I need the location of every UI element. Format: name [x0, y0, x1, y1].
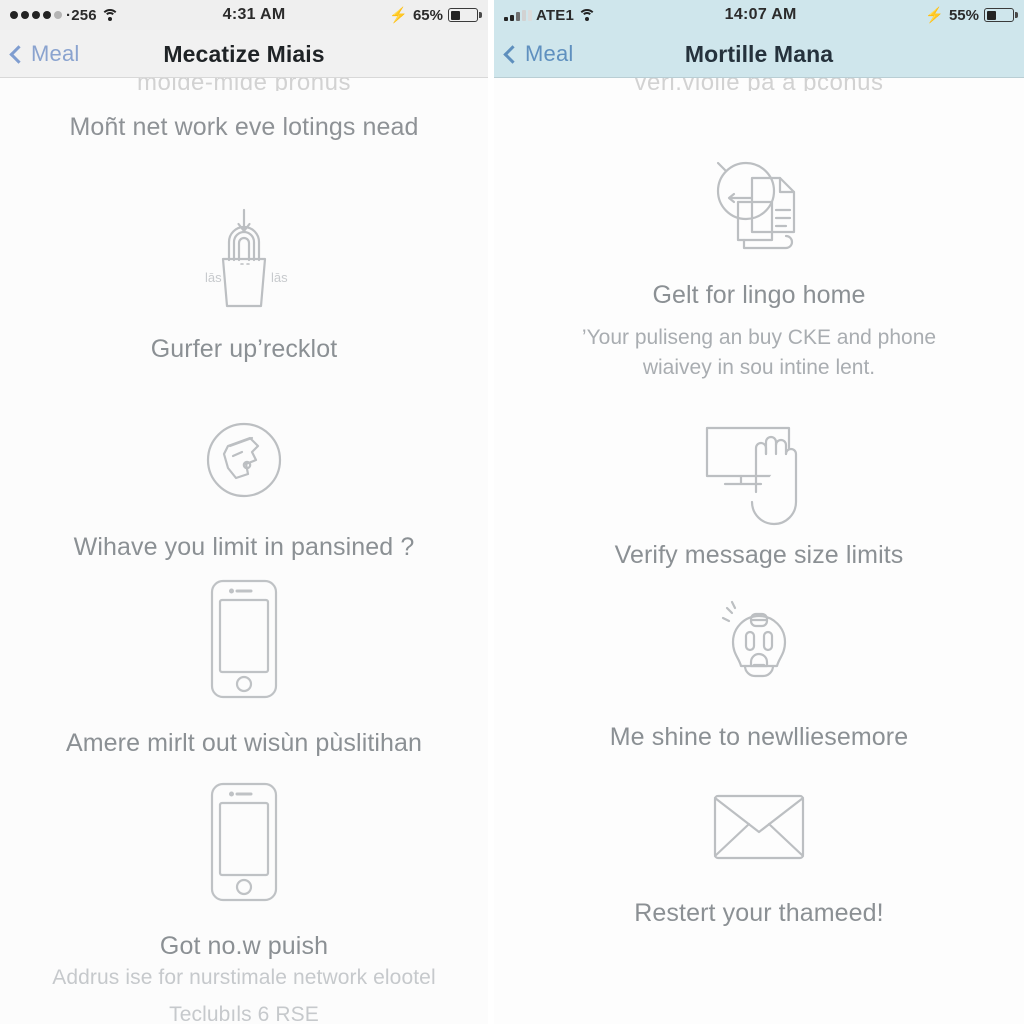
lightning-bolt-icon: ⚡	[925, 6, 944, 24]
list-item-caption: Gelt for lingo home	[652, 281, 866, 309]
list-item-caption: Wihave you limit in pansined ?	[73, 533, 415, 561]
circle-card-document-icon	[704, 154, 814, 258]
footer-line: Addrus ise for nurstimale network eloote…	[52, 966, 436, 989]
list-item[interactable]: Amere mirlt out wisùn pùslitihan	[0, 578, 488, 759]
right-status-right-group: ⚡ 55%	[925, 6, 1018, 24]
list-item-caption: Got no.w puish	[159, 932, 329, 960]
back-button-label: Meal	[525, 41, 574, 66]
wifi-icon	[578, 8, 597, 22]
carrier-label: ATE1	[536, 6, 575, 24]
comparison-screenshot: ·256 4:31 AM ⚡ 65% Meal Mecatize Miais m…	[0, 0, 1024, 1024]
left-status-left-group: ·256	[10, 7, 119, 24]
left-nav-bar: Meal Mecatize Miais	[0, 30, 488, 78]
list-item-caption: Me shine to newlliesemore	[609, 723, 909, 751]
list-item[interactable]: Restert your thameed!	[494, 790, 1024, 929]
chevron-left-icon	[9, 44, 28, 64]
circle-torn-document-icon	[200, 416, 288, 504]
smartphone-icon	[208, 578, 280, 700]
list-item[interactable]: Gelt for lingo home ’Your puliseng an bu…	[494, 154, 1024, 382]
battery-percent-label: 55%	[948, 6, 979, 24]
list-item-caption: Gurfer up’recklot	[150, 335, 338, 363]
signal-dots-icon	[10, 11, 62, 19]
battery-icon	[984, 8, 1018, 22]
left-clipped-heading: molde-mide pronus	[0, 78, 488, 91]
right-content: veri.violle pa a pconus	[494, 78, 1024, 1024]
back-button[interactable]: Meal	[9, 41, 80, 67]
right-status-left-group: ATE1	[504, 6, 597, 24]
page-title: Mortille Mana	[684, 40, 834, 67]
footer-line: Teclubıls 6 RSE	[169, 1002, 319, 1024]
chevron-left-icon	[503, 44, 522, 64]
left-lead-text: Moñt net work eve lotings nead	[69, 113, 419, 141]
smartphone-icon	[208, 781, 280, 903]
list-item-subtext: ’Your puliseng an buy CKE and phone wiai…	[581, 326, 937, 379]
right-clipped-heading: veri.violle pa a pconus	[494, 78, 1024, 91]
left-status-bar: ·256 4:31 AM ⚡ 65%	[0, 0, 488, 30]
list-item[interactable]: Got no.w puish	[0, 781, 488, 962]
left-footer-note: Addrus ise for nurstimale network eloote…	[0, 960, 488, 1024]
carrier-label: ·256	[66, 6, 97, 24]
left-content: molde-mide pronus Moñt net work eve loti…	[0, 78, 488, 1024]
list-item[interactable]: lās lās Gurfer up’recklot	[0, 204, 488, 365]
signal-bars-icon	[504, 9, 532, 21]
lightning-bolt-icon: ⚡	[389, 6, 408, 24]
svg-text:lās: lās	[205, 270, 222, 285]
lightbulb-face-icon	[713, 596, 805, 696]
status-time: 14:07 AM	[724, 6, 797, 23]
status-time: 4:31 AM	[222, 6, 286, 23]
list-item[interactable]: Me shine to newlliesemore	[494, 596, 1024, 753]
left-status-right-group: ⚡ 65%	[389, 6, 482, 24]
battery-icon	[448, 8, 482, 22]
right-status-bar: ATE1 14:07 AM ⚡ 55%	[494, 0, 1024, 30]
right-nav-bar: Meal Mortille Mana	[494, 30, 1024, 78]
monitor-hand-icon	[697, 420, 821, 526]
envelope-icon	[711, 790, 807, 862]
list-item[interactable]: Verify message size limits	[494, 420, 1024, 571]
list-item-caption: Restert your thameed!	[634, 899, 884, 927]
back-button[interactable]: Meal	[503, 41, 574, 67]
list-item-caption: Amere mirlt out wisùn pùslitihan	[65, 729, 423, 757]
list-item-caption: Verify message size limits	[614, 541, 904, 569]
shopping-bag-download-icon: lās lās	[179, 204, 309, 314]
wifi-icon	[100, 8, 119, 22]
back-button-label: Meal	[31, 41, 80, 66]
right-phone-panel: ATE1 14:07 AM ⚡ 55% Meal Mortille Mana v…	[494, 0, 1024, 1024]
list-item[interactable]: Wihave you limit in pansined ?	[0, 416, 488, 563]
battery-percent-label: 65%	[412, 6, 443, 24]
left-phone-panel: ·256 4:31 AM ⚡ 65% Meal Mecatize Miais m…	[0, 0, 488, 1024]
svg-text:lās: lās	[271, 270, 288, 285]
